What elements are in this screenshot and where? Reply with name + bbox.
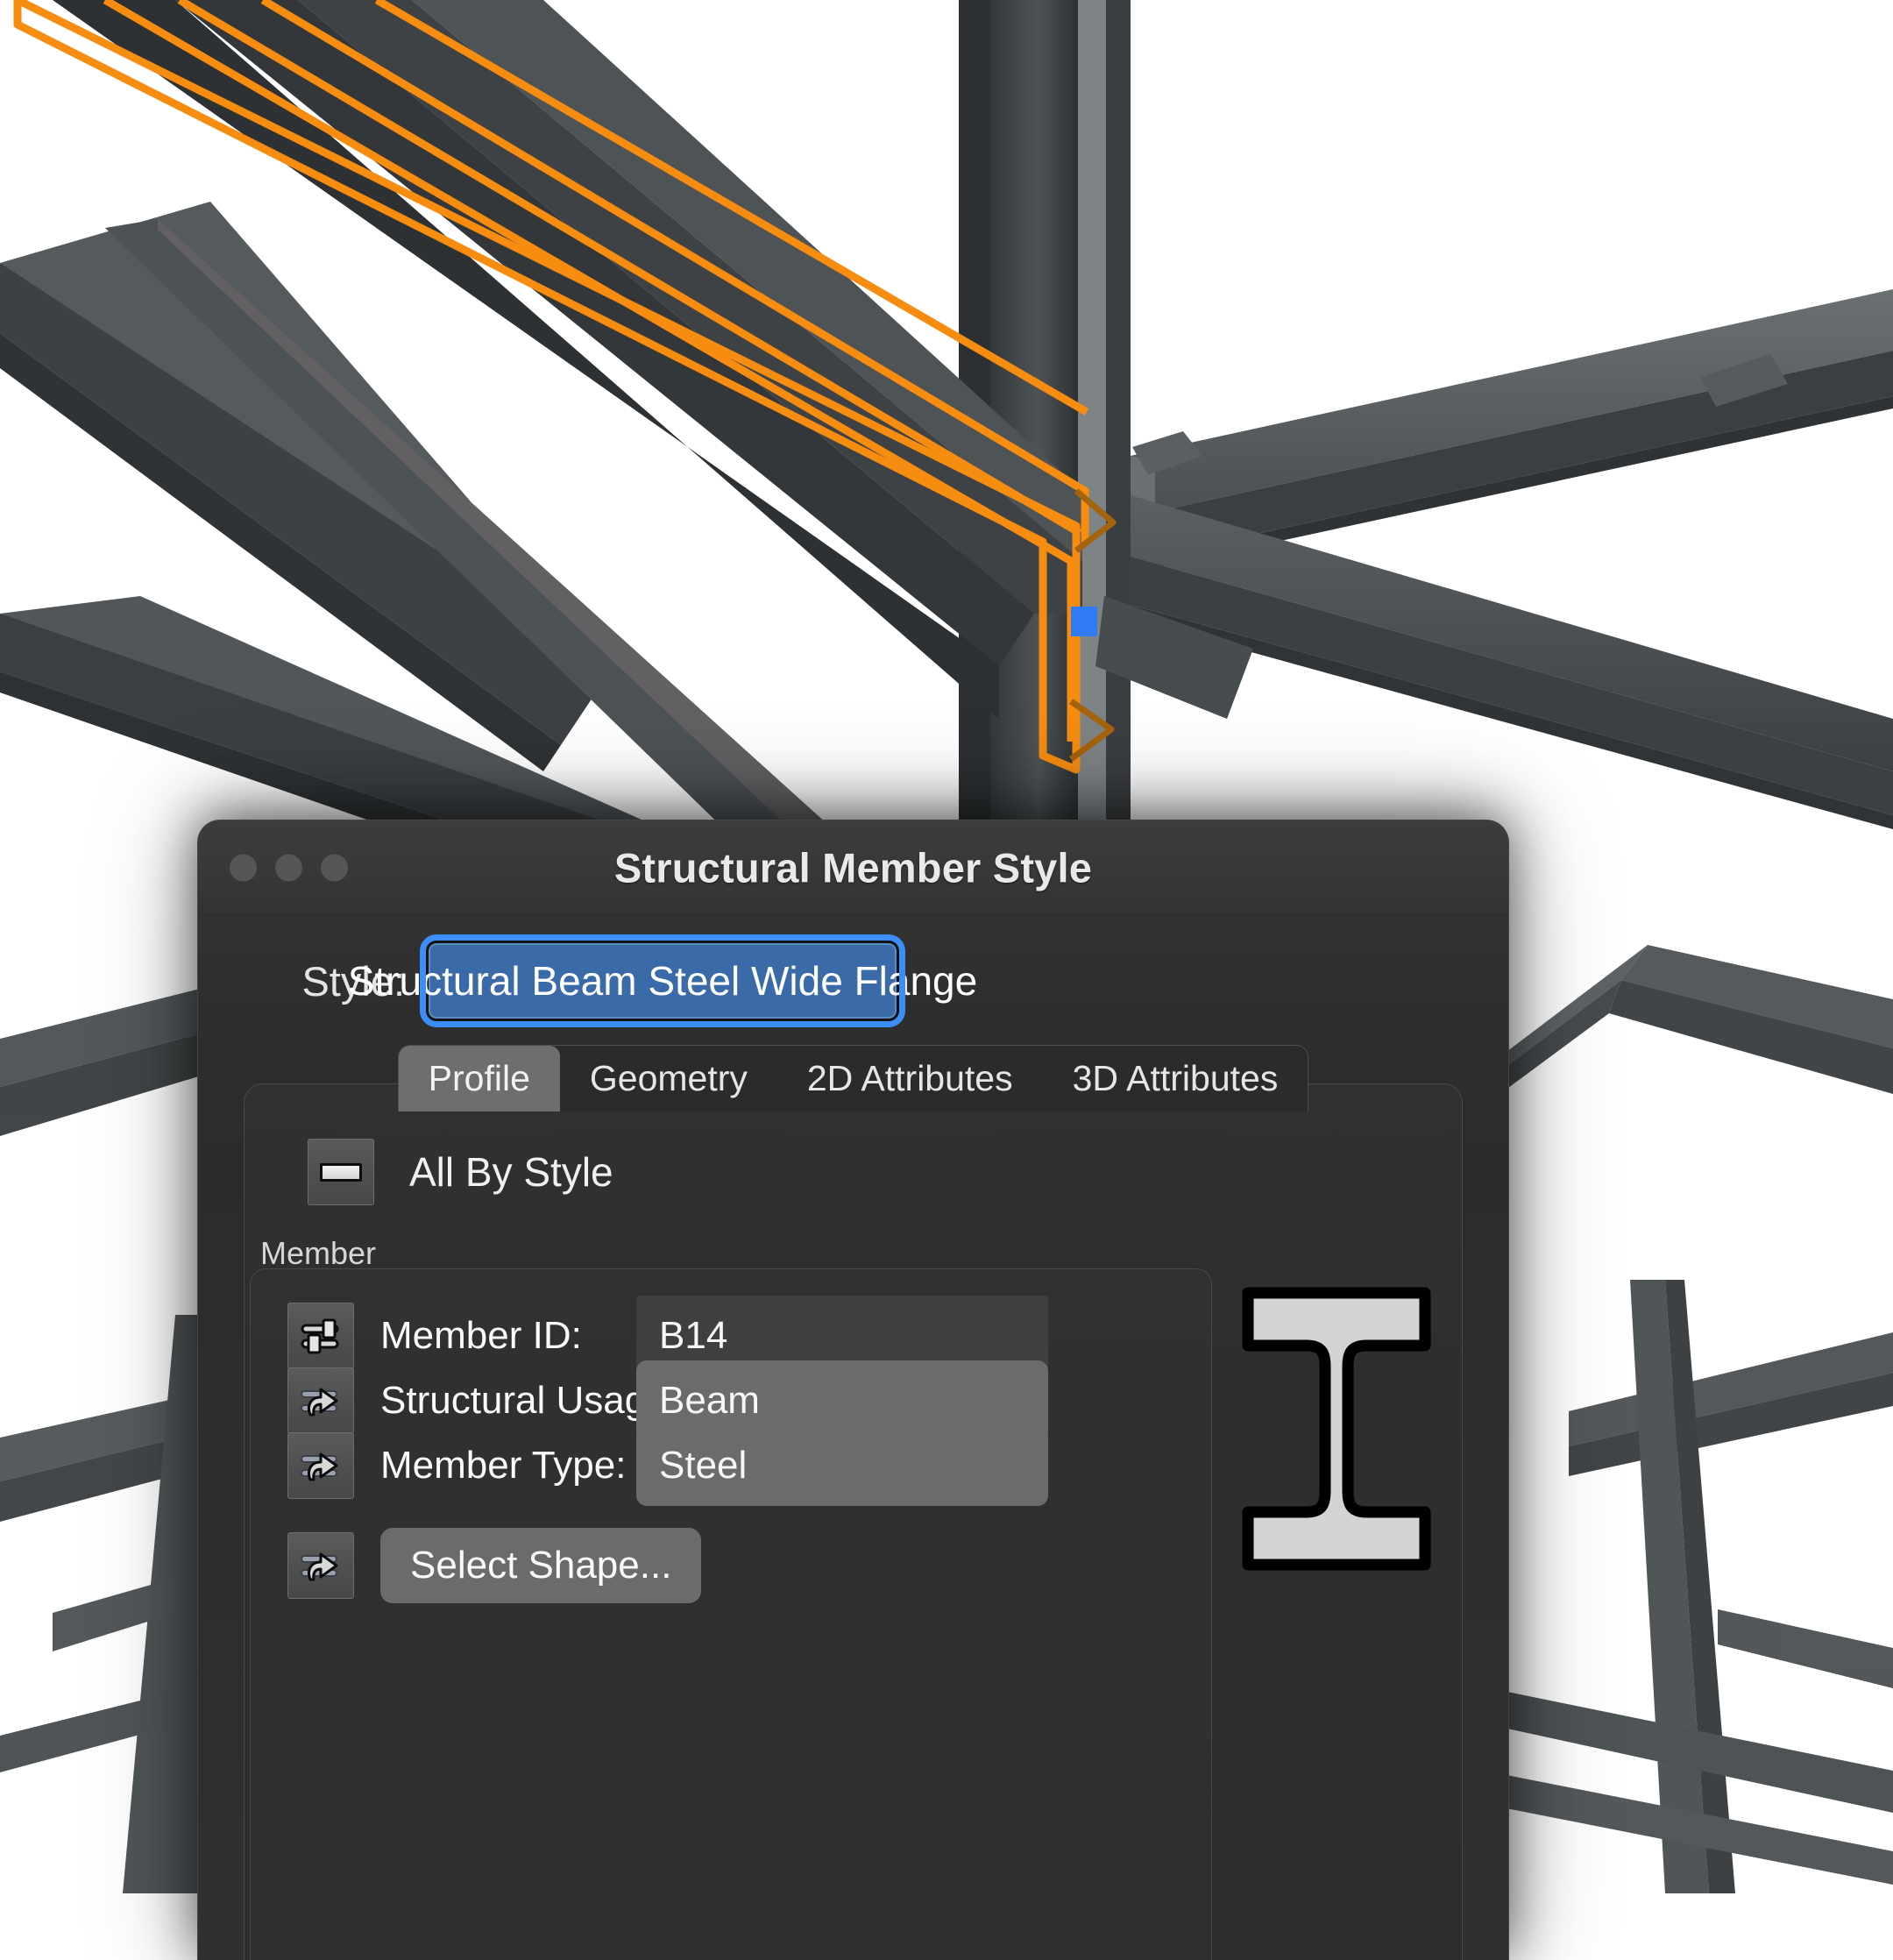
- member-group-box: Member ID: B14 Structural Usage: Beam Me…: [250, 1268, 1212, 1960]
- structural-usage-label: Structural Usage:: [380, 1379, 678, 1422]
- style-name-field[interactable]: Structural Beam Steel Wide Flange: [348, 934, 977, 1027]
- selection-handle: [1071, 607, 1097, 636]
- dash-icon[interactable]: [308, 1139, 374, 1205]
- member-type-dropdown[interactable]: Steel: [636, 1425, 1048, 1506]
- tab-geometry[interactable]: Geometry: [560, 1046, 777, 1111]
- tab-bar: Profile Geometry 2D Attributes 3D Attrib…: [198, 1045, 1508, 1111]
- all-by-style-label: All By Style: [409, 1149, 613, 1195]
- member-id-label: Member ID:: [380, 1314, 582, 1357]
- dialog-titlebar[interactable]: Structural Member Style: [198, 820, 1508, 916]
- member-group-label: Member: [260, 1235, 377, 1271]
- all-by-style-row[interactable]: All By Style: [308, 1139, 613, 1205]
- sliders-icon[interactable]: [287, 1303, 354, 1369]
- tab-2d-attributes[interactable]: 2D Attributes: [777, 1046, 1043, 1111]
- style-name-value: Structural Beam Steel Wide Flange: [347, 958, 978, 1004]
- member-type-label: Member Type:: [380, 1444, 627, 1487]
- structural-usage-value: Beam: [659, 1379, 760, 1422]
- member-id-value: B14: [659, 1314, 728, 1357]
- structural-member-style-dialog[interactable]: Structural Member Style Style: Structura…: [197, 820, 1509, 1960]
- member-type-row: Member Type:: [287, 1425, 626, 1506]
- dialog-title: Structural Member Style: [613, 844, 1093, 891]
- redo-arrow-icon[interactable]: [287, 1432, 354, 1499]
- select-shape-button[interactable]: Select Shape...: [380, 1528, 702, 1603]
- profile-tab-panel: All By Style Member Member ID: B14 Struc…: [244, 1083, 1463, 1960]
- redo-arrow-icon[interactable]: [287, 1367, 354, 1434]
- select-shape-row: Select Shape...: [287, 1525, 702, 1606]
- tab-3d-attributes[interactable]: 3D Attributes: [1043, 1046, 1308, 1111]
- wide-flange-profile-preview: [1236, 1284, 1437, 1573]
- tab-profile[interactable]: Profile: [398, 1046, 560, 1111]
- member-type-value: Steel: [659, 1444, 748, 1487]
- redo-arrow-icon[interactable]: [287, 1532, 354, 1599]
- style-row: Style: Structural Beam Steel Wide Flange: [198, 915, 1508, 1047]
